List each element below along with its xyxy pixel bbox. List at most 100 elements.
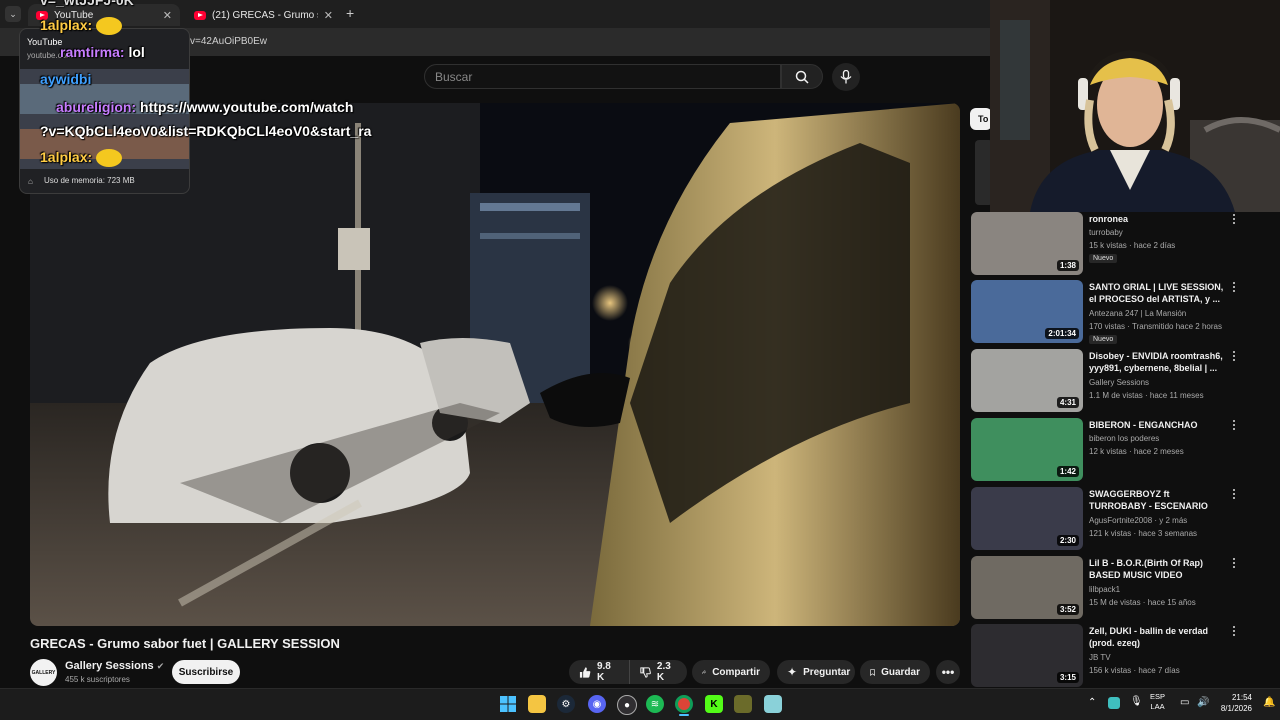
filter-chip[interactable]: To (970, 108, 992, 130)
chat-line: aywidbi (40, 71, 92, 87)
duration-badge: 1:42 (1056, 466, 1079, 477)
search-input[interactable]: Buscar (424, 64, 781, 89)
recommendation-meta: 121 k vistas · hace 3 semanas (1089, 529, 1198, 538)
more-actions-button[interactable]: ••• (936, 660, 960, 684)
recommendation-title[interactable]: Zell, DUKI - ballin de verdad (prod. eze… (1089, 625, 1229, 649)
recommendation-channel[interactable]: Gallery Sessions (1089, 378, 1149, 387)
recommendation-title[interactable]: ronronea (1089, 213, 1229, 225)
share-button[interactable]: Compartir (692, 660, 770, 684)
tray-overflow-icon[interactable]: ⌃ (1088, 697, 1096, 708)
recommendation-title[interactable]: Lil B - B.O.R.(Birth Of Rap) BASED MUSIC… (1089, 557, 1229, 581)
recommendation-item[interactable]: 2:01:34 SANTO GRIAL | LIVE SESSION, el PR… (971, 280, 1271, 344)
recommendation-item[interactable]: 1:42 BIBERON - ENGANCHAO biberon los poder… (971, 418, 1271, 482)
channel-name-text[interactable]: Gallery Sessions (65, 660, 154, 672)
video-thumbnail[interactable]: 2:01:34 (971, 280, 1083, 343)
subscribe-button[interactable]: Suscribirse (172, 660, 240, 684)
more-options-icon[interactable] (1229, 558, 1239, 572)
more-options-icon[interactable] (1229, 351, 1239, 365)
recommendation-channel[interactable]: turrobaby (1089, 228, 1123, 237)
video-thumbnail[interactable]: 1:38 (971, 212, 1083, 275)
volume-icon[interactable]: 🔊 (1197, 697, 1209, 708)
chrome-icon[interactable] (675, 695, 693, 713)
chat-username: 1alplax: (40, 17, 93, 33)
voice-search-button[interactable] (832, 63, 860, 91)
duration-badge: 2:01:34 (1045, 328, 1079, 339)
tray-app-icon[interactable] (1108, 697, 1120, 709)
obs-icon[interactable]: ● (617, 695, 637, 715)
network-icon[interactable]: ▭ (1180, 697, 1189, 708)
chat-line: abureligion: https://www.youtube.com/wat… (56, 99, 353, 115)
more-options-icon[interactable] (1229, 282, 1239, 296)
discord-icon[interactable]: ◉ (588, 695, 606, 713)
tab-list-button[interactable]: ⌄ (5, 6, 21, 22)
recommendation-channel[interactable]: JB TV (1089, 653, 1111, 662)
windows-start-icon[interactable] (499, 695, 517, 713)
recommendation-item[interactable]: 3:52 Lil B - B.O.R.(Birth Of Rap) BASED M… (971, 556, 1271, 620)
video-thumbnail[interactable]: 1:42 (971, 418, 1083, 481)
chat-line: 1alplax: (40, 149, 123, 168)
emote-icon (96, 17, 123, 36)
clock-date: 8/1/2026 (1220, 704, 1252, 713)
video-title: GRECAS - Grumo sabor fuet | GALLERY SESS… (30, 636, 340, 651)
app-icon[interactable] (734, 695, 752, 713)
video-thumbnail[interactable]: 3:15 (971, 624, 1083, 687)
search-button[interactable] (781, 64, 823, 89)
kick-icon[interactable]: K (705, 695, 723, 713)
recommendation-meta: 1.1 M de vistas · hace 11 meses (1089, 391, 1204, 400)
recommendation-item[interactable]: 1:38 ronronea turrobaby 15 k vistas · hace … (971, 212, 1271, 276)
notepad-icon[interactable] (764, 695, 782, 713)
dislike-button[interactable]: 2.3 K (629, 660, 687, 684)
file-explorer-icon[interactable] (528, 695, 546, 713)
duration-badge: 2:30 (1056, 535, 1079, 546)
chat-line: v=_wtJJFJ-0K (40, 0, 134, 8)
more-options-icon[interactable] (1229, 214, 1239, 228)
recommendation-title[interactable]: Disobey - ENVIDIA roomtrash6, yyy891, cy… (1089, 350, 1229, 374)
save-label: Guardar (881, 666, 920, 678)
recommendation-channel[interactable]: biberon los poderes (1089, 434, 1159, 443)
more-options-icon[interactable] (1229, 420, 1239, 434)
recommendation-channel[interactable]: Antezana 247 | La Mansión (1089, 309, 1186, 318)
recommendation-channel[interactable]: lilbpack1 (1089, 585, 1120, 594)
thumbs-down-icon (640, 666, 651, 678)
video-thumbnail[interactable]: 3:52 (971, 556, 1083, 619)
more-icon: ••• (941, 665, 955, 679)
tray-mic-icon[interactable]: 🎙 (1130, 696, 1143, 707)
layout-code: LAA (1150, 702, 1165, 711)
recommendation-item[interactable]: 3:15 Zell, DUKI - ballin de verdad (prod.… (971, 624, 1271, 688)
webcam-frame (990, 0, 1280, 212)
like-button[interactable]: 9.8 K (569, 660, 629, 684)
recommendation-meta: 15 k vistas · hace 2 días (1089, 241, 1176, 250)
steam-icon[interactable]: ⚙ (557, 695, 575, 713)
more-options-icon[interactable] (1229, 489, 1239, 503)
video-thumbnail[interactable]: 2:30 (971, 487, 1083, 550)
share-icon (702, 669, 707, 674)
recommendation-item[interactable]: 4:31 Disobey - ENVIDIA roomtrash6, yyy891… (971, 349, 1271, 413)
chat-message: lol (128, 44, 145, 60)
input-language[interactable]: ESP LAA (1150, 692, 1165, 712)
ask-label: Preguntar (803, 666, 851, 678)
chat-username: 1alplax: (40, 149, 93, 165)
recommendation-item[interactable]: 2:30 SWAGGERBOYZ ft TURROBABY - ESCENARIO… (971, 487, 1271, 551)
ask-button[interactable]: ✦ Preguntar (777, 660, 855, 684)
microphone-icon (840, 70, 852, 84)
recommendation-meta: 170 vistas · Transmitido hace 2 horas (1089, 322, 1222, 331)
recommendation-channel[interactable]: AgusFortnite2008 · y 2 más (1089, 516, 1187, 525)
recommendation-title[interactable]: SANTO GRIAL | LIVE SESSION, el PROCESO d… (1089, 281, 1229, 305)
save-button[interactable]: Guardar (860, 660, 930, 684)
system-clock[interactable]: 21:54 8/1/2026 (1220, 692, 1252, 714)
more-options-icon[interactable] (1229, 626, 1239, 640)
video-thumbnail[interactable]: 4:31 (971, 349, 1083, 412)
chat-line: ?v=KQbCLl4eoV0&list=RDKQbCLl4eoV0&start_… (40, 123, 372, 139)
chat-message: https://www.youtube.com/watch (140, 99, 354, 115)
recommendation-meta: 15 M de vistas · hace 15 años (1089, 598, 1196, 607)
spotify-icon[interactable]: ≋ (646, 695, 664, 713)
chat-line: ramtirma: lol (60, 44, 145, 60)
notifications-icon[interactable]: 🔔 (1263, 697, 1275, 708)
recommendation-title[interactable]: BIBERON - ENGANCHAO (1089, 419, 1229, 431)
recommendation-title[interactable]: SWAGGERBOYZ ft TURROBABY - ESCENARIO (Vi… (1089, 488, 1229, 512)
recommendation-meta: 156 k vistas · hace 7 días (1089, 666, 1180, 675)
duration-badge: 3:15 (1056, 672, 1079, 683)
channel-name[interactable]: Gallery Sessions ✔ (65, 660, 164, 672)
channel-avatar[interactable]: GALLERY (30, 659, 57, 686)
webcam-overlay (990, 0, 1280, 212)
